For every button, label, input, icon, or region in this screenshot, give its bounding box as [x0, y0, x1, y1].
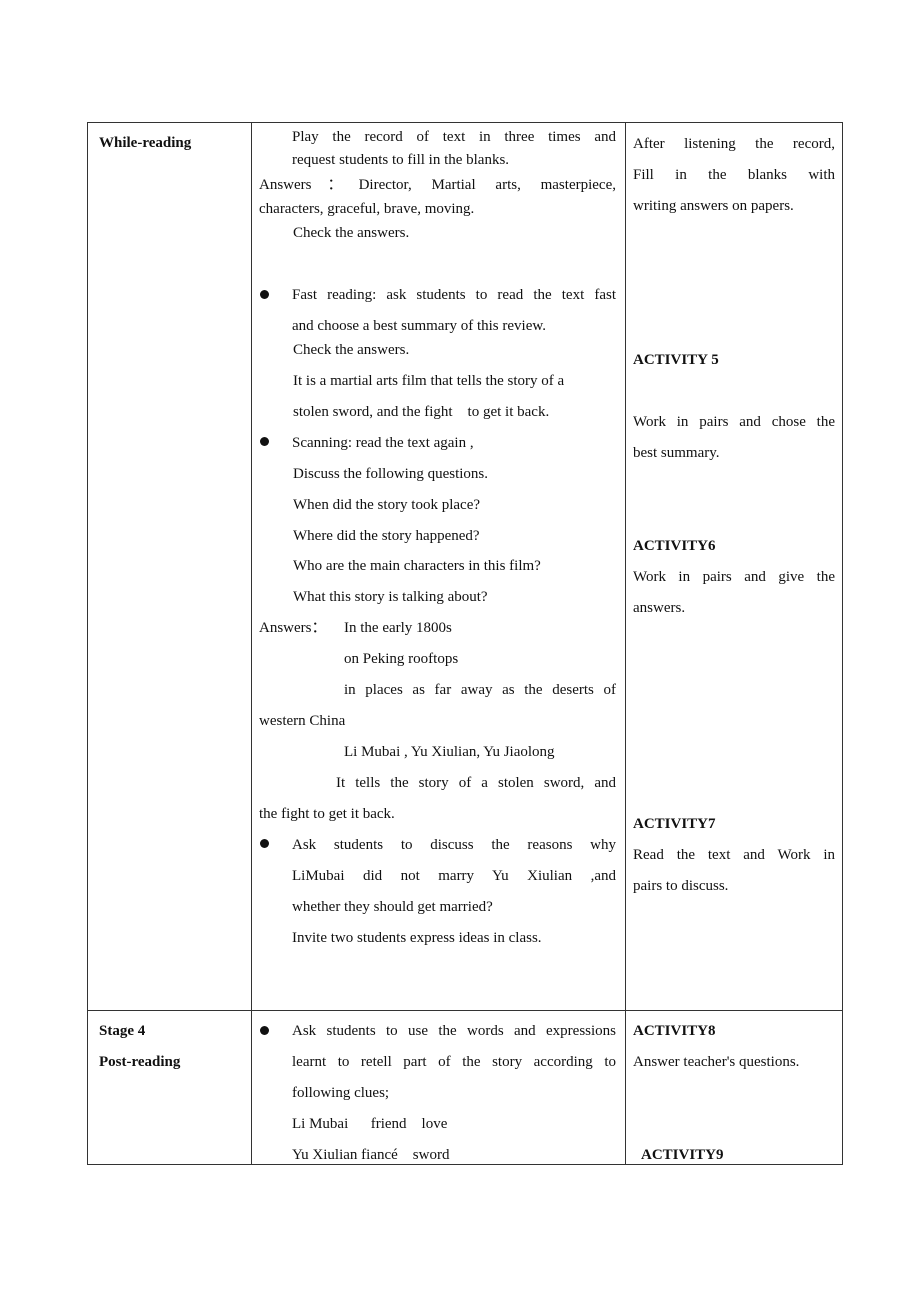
bullet-icon [260, 1026, 269, 1035]
answer-text: Li Mubai , Yu Xiulian, Yu Jiaolong [344, 744, 555, 760]
question-text: Where did the story happened? [293, 528, 480, 544]
answer-text: on Peking rooftops [344, 651, 459, 667]
question-text: When did the story took place? [293, 497, 481, 513]
activity-6-text: answers. [633, 600, 686, 616]
activity-7-text: pairs to discuss. [633, 878, 729, 894]
activity-8-text: Answer teacher's questions. [633, 1054, 800, 1070]
bullet-icon [260, 437, 269, 446]
activity-6-heading: ACTIVITY6 [633, 538, 716, 554]
answer-text: western China [259, 713, 346, 729]
discuss-reasons-text: Ask students to discuss the reasons why [292, 837, 616, 853]
question-text: What this story is talking about? [293, 589, 488, 605]
lesson-plan-table [87, 122, 843, 1165]
check-answers-text: Check the answers. [293, 225, 410, 241]
clue-text: Li Mubai friend love [292, 1116, 448, 1132]
activity-5-text: best summary. [633, 445, 720, 461]
student-text: writing answers on papers. [633, 198, 794, 214]
answers-text: characters, graceful, brave, moving. [259, 201, 475, 217]
bullet-icon [260, 290, 269, 299]
question-text: Who are the main characters in this film… [293, 558, 541, 574]
student-text: Fill in the blanks with [633, 167, 835, 183]
activity-5-text: Work in pairs and chose the [633, 414, 835, 430]
scanning-text: Scanning: read the text again , [292, 435, 474, 451]
discuss-reasons-text: LiMubai did not marry Yu Xiulian ,and [292, 868, 616, 884]
activity-9-heading: ACTIVITY9 [641, 1147, 724, 1163]
clue-text: Yu Xiulian fiancé sword [292, 1147, 450, 1163]
discuss-text: Discuss the following questions. [293, 466, 488, 482]
retell-text: learnt to retell part of the story accor… [292, 1054, 616, 1070]
column-divider [625, 123, 626, 1164]
stage-label-while-reading: While-reading [99, 135, 192, 151]
invite-text: Invite two students express ideas in cla… [292, 930, 542, 946]
answer-text: the fight to get it back. [259, 806, 395, 822]
retell-text: Ask students to use the words and expres… [292, 1023, 616, 1039]
stage-label-stage-4: Stage 4 [99, 1023, 146, 1039]
teacher-text: request students to fill in the blanks. [292, 152, 510, 168]
answers-label: Answers： [259, 620, 327, 636]
answers-text: Answers：Director, Martial arts, masterpi… [259, 177, 616, 193]
stage-label-post-reading: Post-reading [99, 1054, 181, 1070]
fast-reading-text: Fast reading: ask students to read the t… [292, 287, 616, 303]
discuss-reasons-text: whether they should get married? [292, 899, 493, 915]
student-text: After listening the record, [633, 136, 835, 152]
activity-8-heading: ACTIVITY8 [633, 1023, 716, 1039]
column-divider [251, 123, 252, 1164]
activity-7-heading: ACTIVITY7 [633, 816, 716, 832]
activity-5-heading: ACTIVITY 5 [633, 352, 719, 368]
fast-reading-text: and choose a best summary of this review… [292, 318, 546, 334]
teacher-text: Play the record of text in three times a… [292, 129, 616, 145]
answer-text: It tells the story of a stolen sword, an… [336, 775, 616, 791]
retell-text: following clues; [292, 1085, 390, 1101]
activity-7-text: Read the text and Work in [633, 847, 835, 863]
answer-text: in places as far away as the deserts of [344, 682, 616, 698]
check-answers-text: Check the answers. [293, 342, 410, 358]
answer-text: In the early 1800s [344, 620, 452, 636]
summary-text: It is a martial arts film that tells the… [293, 373, 565, 389]
activity-6-text: Work in pairs and give the [633, 569, 835, 585]
bullet-icon [260, 839, 269, 848]
row-divider [88, 1010, 842, 1011]
summary-text: stolen sword, and the fight to get it ba… [293, 404, 550, 420]
